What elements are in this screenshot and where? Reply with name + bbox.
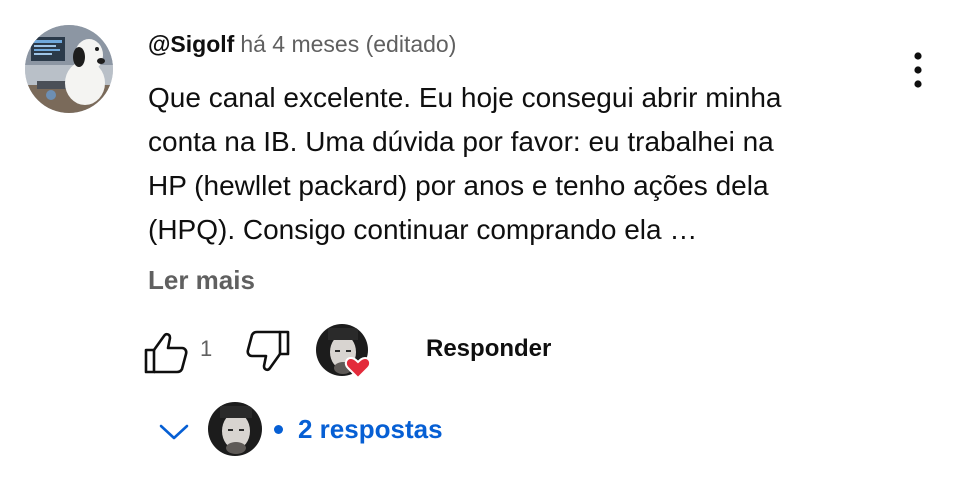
dislike-button[interactable] — [242, 328, 294, 376]
creator-reply-avatar — [208, 402, 262, 456]
reply-button[interactable]: Responder — [426, 335, 551, 363]
comment-text-line: (HPQ). Consigo continuar comprando ela … — [148, 214, 698, 245]
comment-header: @Sigolf há 4 meses (editado) — [148, 28, 456, 60]
thumb-down-icon — [246, 330, 290, 372]
comment-text-line: HP (hewllet packard) por anos e tenho aç… — [148, 170, 769, 201]
comment-text-line: Que canal excelente. Eu hoje consegui ab… — [148, 82, 782, 113]
view-replies-button[interactable]: 2 respostas — [156, 400, 496, 458]
read-more-button[interactable]: Ler mais — [148, 262, 255, 298]
chevron-down-icon — [159, 424, 189, 440]
author-avatar[interactable] — [25, 25, 113, 113]
comment-menu-button[interactable] — [900, 48, 936, 92]
creator-heart-icon — [316, 324, 372, 380]
like-count: 1 — [200, 336, 213, 361]
comment-thread: @Sigolf há 4 meses (editado) Que canal ex… — [0, 0, 962, 496]
replies-count-label: 2 respostas — [298, 414, 443, 444]
creator-avatar-image — [208, 402, 262, 456]
comment-timestamp[interactable]: há 4 meses (editado) — [240, 31, 456, 57]
avatar-illustration — [25, 25, 113, 113]
comment-text: Que canal excelente. Eu hoje consegui ab… — [148, 76, 868, 252]
comment-text-line: conta na IB. Uma dúvida por favor: eu tr… — [148, 126, 774, 157]
more-vert-icon — [914, 52, 922, 88]
separator-dot — [274, 425, 283, 434]
creator-heart-badge[interactable] — [316, 324, 376, 380]
author-name[interactable]: @Sigolf — [148, 31, 234, 57]
like-button[interactable] — [140, 328, 192, 376]
thumb-up-icon — [144, 332, 188, 374]
